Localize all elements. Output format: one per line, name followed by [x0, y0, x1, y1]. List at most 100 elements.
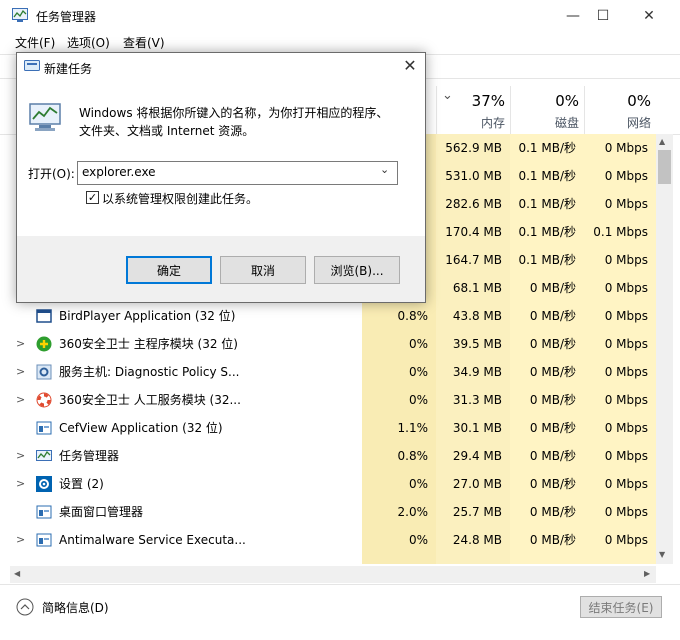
dialog-close-button[interactable]: ✕ [396, 56, 424, 78]
cpu-cell: 0% [362, 386, 436, 414]
process-row[interactable]: CefView Application (32 位) 1.1% 30.1 MB 0 M… [0, 414, 656, 442]
chevron-right-icon[interactable]: > [16, 526, 25, 554]
dialog-message-line-1: Windows 将根据你所键入的名称，为你打开相应的程序、 [79, 106, 389, 120]
chevron-right-icon[interactable]: > [16, 358, 25, 386]
process-name-cell: > 设置 (2) [0, 470, 362, 498]
process-name: BirdPlayer Application (32 位) [59, 309, 236, 323]
scroll-right-icon[interactable]: ▶ [644, 569, 650, 578]
cpu-cell [362, 554, 436, 564]
column-disk[interactable]: 0% 磁盘 [510, 86, 585, 134]
scroll-up-icon[interactable]: ▲ [659, 137, 665, 146]
task-manager-icon [12, 8, 28, 22]
network-label: 网络 [626, 116, 651, 130]
disk-cell: 0 MB/秒 [510, 330, 584, 358]
network-cell: 0.1 Mbps [584, 218, 656, 246]
disk-cell: 0 MB/秒 [510, 442, 584, 470]
maximize-button[interactable]: ☐ [580, 0, 626, 32]
process-row[interactable]: > 任务管理器 0.8% 29.4 MB 0 MB/秒 0 Mbps [0, 442, 656, 470]
memory-cell: 562.9 MB [436, 134, 510, 162]
process-name: 任务管理器 [59, 449, 120, 463]
menu-file[interactable]: 文件(F) [15, 34, 55, 51]
close-button[interactable]: ✕ [626, 0, 672, 32]
task-manager-icon [36, 450, 52, 461]
vertical-scroll-thumb[interactable] [658, 150, 671, 184]
chevron-down-icon[interactable]: ⌄ [380, 163, 389, 176]
network-cell: 0 Mbps [584, 526, 656, 554]
disk-cell: 0.1 MB/秒 [510, 162, 584, 190]
disk-cell: 0.1 MB/秒 [510, 134, 584, 162]
run-dialog-icon [24, 60, 40, 71]
chevron-right-icon[interactable]: > [16, 386, 25, 414]
disk-cell: 0 MB/秒 [510, 302, 584, 330]
chevron-right-icon[interactable]: > [16, 330, 25, 358]
process-row[interactable]: > 服务主机: Diagnostic Policy S... 0% 34.9 MB 0 … [0, 358, 656, 386]
menu-options[interactable]: 选项(O) [67, 34, 110, 51]
disk-cell: 0 MB/秒 [510, 414, 584, 442]
cpu-cell: 0% [362, 330, 436, 358]
network-cell: 0 Mbps [584, 414, 656, 442]
dialog-message-line-2: 文件夹、文档或 Internet 资源。 [79, 124, 255, 138]
memory-cell [436, 554, 510, 564]
cancel-button[interactable]: 取消 [220, 256, 306, 284]
ok-button[interactable]: 确定 [126, 256, 212, 284]
network-cell: 0 Mbps [584, 470, 656, 498]
process-row[interactable]: > 设置 (2) 0% 27.0 MB 0 MB/秒 0 Mbps [0, 470, 656, 498]
process-row[interactable]: 桌面窗口管理器 2.0% 25.7 MB 0 MB/秒 0 Mbps [0, 498, 656, 526]
column-network[interactable]: 0% 网络 [584, 86, 657, 134]
column-memory[interactable]: 37% 内存 [436, 86, 511, 134]
cpu-cell: 2.0% [362, 498, 436, 526]
process-row[interactable]: >360安全卫士 主程序模块 (32 位) 0% 39.5 MB 0 MB/秒 0 Mb… [0, 330, 656, 358]
disk-cell: 0.1 MB/秒 [510, 246, 584, 274]
open-label: 打开(O): [28, 167, 75, 181]
process-row-partial[interactable] [0, 554, 656, 564]
menu-bar: 文件(F) 选项(O) 查看(V) [0, 32, 680, 52]
memory-cell: 29.4 MB [436, 442, 510, 470]
process-name-cell: BirdPlayer Application (32 位) [0, 302, 362, 330]
disk-cell: 0 MB/秒 [510, 274, 584, 302]
window-icon [36, 309, 52, 323]
browse-button[interactable]: 浏览(B)... [314, 256, 400, 284]
vertical-scrollbar[interactable] [656, 134, 673, 564]
scroll-left-icon[interactable]: ◀ [14, 569, 20, 578]
network-cell: 0 Mbps [584, 358, 656, 386]
memory-label: 内存 [480, 116, 505, 130]
chevron-right-icon[interactable]: > [16, 470, 25, 498]
end-task-button[interactable]: 结束任务(E) [580, 596, 662, 618]
memory-cell: 34.9 MB [436, 358, 510, 386]
dialog-title: 新建任务 [44, 62, 93, 76]
disk-label: 磁盘 [554, 116, 579, 130]
network-cell [584, 554, 656, 564]
admin-checkbox-label[interactable]: 以系统管理权限创建此任务。 [102, 190, 258, 207]
network-cell: 0 Mbps [584, 330, 656, 358]
chevron-right-icon[interactable]: > [16, 442, 25, 470]
memory-cell: 170.4 MB [436, 218, 510, 246]
360-shield-icon [36, 336, 52, 352]
open-input-value[interactable]: explorer.exe [82, 165, 156, 179]
network-cell: 0 Mbps [584, 498, 656, 526]
process-row[interactable]: > Antimalware Service Executa... 0% 24.8 MB… [0, 526, 656, 554]
window-title: 任务管理器 [36, 10, 97, 24]
network-cell: 0 Mbps [584, 442, 656, 470]
task-manager-large-icon [29, 103, 61, 131]
memory-cell: 282.6 MB [436, 190, 510, 218]
process-row[interactable]: >360安全卫士 人工服务模块 (32... 0% 31.3 MB 0 MB/秒 0 M… [0, 386, 656, 414]
network-cell: 0 Mbps [584, 302, 656, 330]
disk-cell: 0.1 MB/秒 [510, 190, 584, 218]
scroll-down-icon[interactable]: ▼ [659, 550, 665, 559]
memory-cell: 31.3 MB [436, 386, 510, 414]
process-row[interactable]: BirdPlayer Application (32 位) 0.8% 43.8 MB… [0, 302, 656, 330]
horizontal-scrollbar[interactable] [10, 566, 656, 583]
memory-cell: 24.8 MB [436, 526, 510, 554]
process-name: 设置 (2) [59, 477, 104, 491]
process-name: CefView Application (32 位) [59, 421, 223, 435]
chevron-up-circle-icon[interactable] [16, 598, 34, 616]
cpu-cell: 0% [362, 470, 436, 498]
app-window-icon [36, 505, 52, 519]
admin-checkbox[interactable]: ✓ [86, 191, 99, 204]
less-details-link[interactable]: 简略信息(D) [42, 599, 109, 616]
process-name: 360安全卫士 人工服务模块 (32... [59, 393, 241, 407]
network-percent: 0% [627, 92, 651, 110]
process-name: Antimalware Service Executa... [59, 533, 246, 547]
menu-view[interactable]: 查看(V) [123, 34, 165, 51]
cpu-cell: 0.8% [362, 302, 436, 330]
